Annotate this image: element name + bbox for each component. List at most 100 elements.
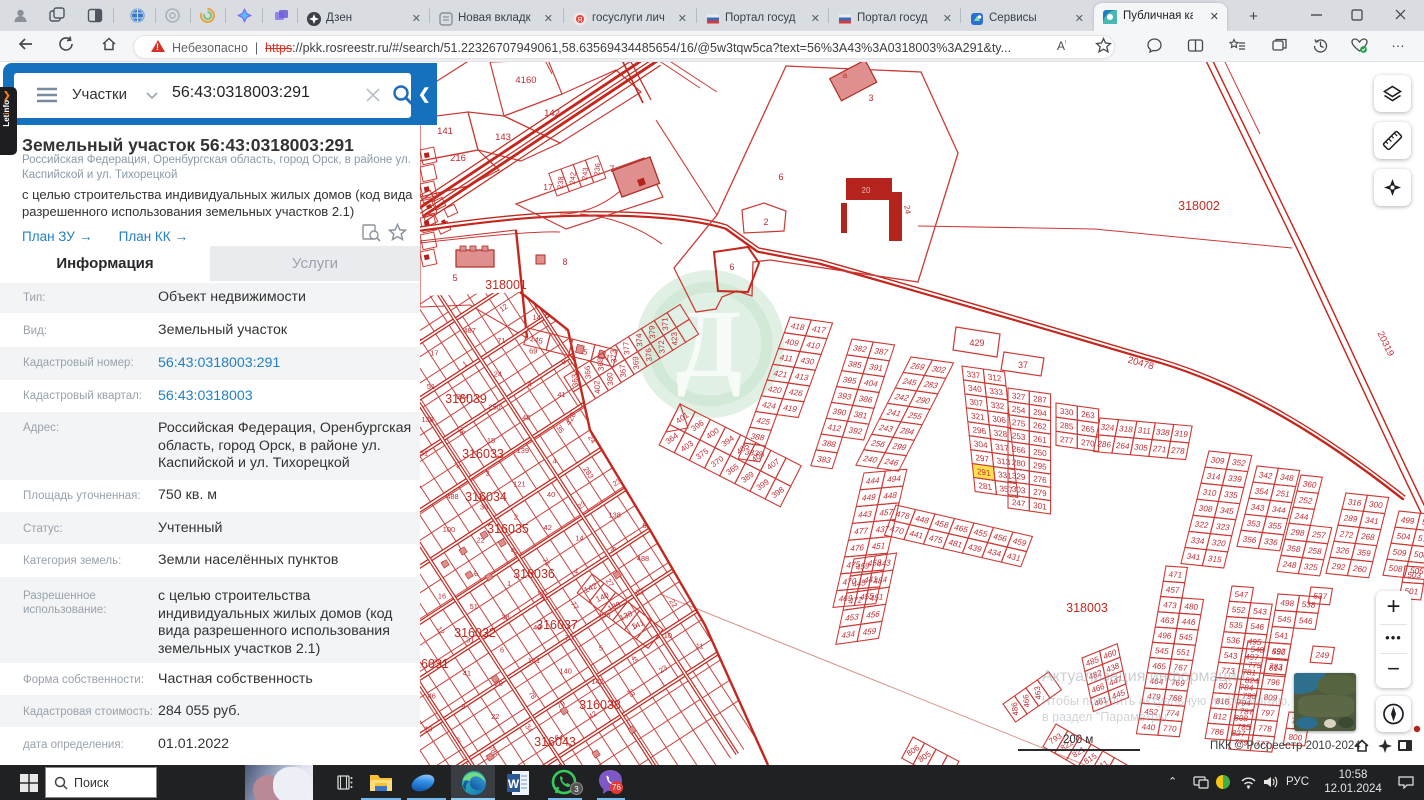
svg-text:296: 296 [972,424,987,436]
svg-text:17: 17 [543,182,553,192]
svg-text:366: 366 [583,365,593,379]
svg-text:335: 335 [1223,490,1239,500]
svg-text:24: 24 [494,369,502,378]
svg-text:281: 281 [978,480,993,492]
svg-text:4: 4 [708,542,712,551]
svg-text:24: 24 [902,204,913,215]
svg-text:302: 302 [930,364,948,375]
svg-text:386: 386 [858,394,875,405]
svg-text:345: 345 [1219,506,1235,516]
svg-text:291: 291 [976,466,991,478]
svg-text:418: 418 [789,321,806,332]
svg-text:824: 824 [1244,676,1260,686]
svg-text:314: 314 [1206,472,1222,482]
svg-text:348: 348 [1279,473,1295,483]
svg-text:356: 356 [1242,535,1258,545]
svg-text:12: 12 [498,302,510,314]
svg-text:448: 448 [914,514,931,526]
svg-text:325: 325 [1303,562,1319,572]
svg-text:303: 303 [1012,485,1026,496]
svg-text:434: 434 [841,628,857,640]
svg-text:268: 268 [1360,532,1376,542]
svg-text:439: 439 [967,543,984,555]
svg-text:313: 313 [996,455,1011,467]
svg-text:451: 451 [871,540,887,551]
svg-text:373: 373 [609,349,619,363]
svg-text:329: 329 [1012,471,1026,482]
svg-text:488: 488 [637,554,649,563]
svg-text:6: 6 [733,585,741,595]
svg-text:264: 264 [1115,441,1131,451]
svg-text:546: 546 [1298,616,1314,626]
svg-text:385: 385 [847,359,864,370]
svg-text:279: 279 [1033,487,1047,498]
svg-text:434: 434 [986,547,1003,559]
svg-text:316038: 316038 [579,698,621,712]
svg-text:478: 478 [894,510,911,522]
svg-text:423: 423 [670,331,680,345]
svg-text:287: 287 [1033,394,1047,405]
svg-text:371: 371 [660,317,670,331]
svg-text:Я: Я [577,17,582,24]
svg-text:275: 275 [1012,418,1026,429]
svg-text:471: 471 [1168,570,1184,580]
svg-text:354: 354 [1254,487,1270,497]
svg-text:307: 307 [969,396,984,408]
svg-text:545: 545 [1154,646,1170,656]
svg-text:244: 244 [1294,512,1310,522]
svg-text:246: 246 [883,456,901,467]
svg-text:328: 328 [993,427,1008,439]
svg-text:778: 778 [1257,724,1273,734]
svg-text:4: 4 [553,457,557,466]
svg-text:506: 506 [1413,550,1424,560]
svg-text:138: 138 [609,511,621,520]
svg-text:15: 15 [487,436,495,445]
svg-text:240: 240 [861,454,879,465]
svg-text:17: 17 [430,349,438,358]
svg-text:394: 394 [720,433,737,448]
svg-text:364: 364 [664,431,681,446]
svg-text:34: 34 [614,443,626,455]
svg-text:443: 443 [876,557,892,569]
svg-text:308: 308 [1198,504,1214,514]
svg-text:412: 412 [826,423,843,434]
svg-text:486: 486 [1010,701,1021,716]
svg-text:143: 143 [495,132,511,143]
svg-text:316037: 316037 [536,618,578,632]
svg-text:301: 301 [1033,501,1047,512]
svg-text:272: 272 [1339,530,1355,540]
svg-text:40: 40 [547,490,555,499]
svg-text:339: 339 [1227,474,1243,484]
svg-text:377: 377 [622,341,632,355]
svg-text:262: 262 [1033,421,1047,432]
svg-text:24: 24 [741,519,749,528]
svg-text:304: 304 [973,438,988,450]
svg-text:429: 429 [969,338,984,348]
svg-text:390: 390 [831,407,848,418]
svg-text:353: 353 [1246,519,1262,529]
svg-text:552: 552 [1231,605,1247,615]
svg-text:278: 278 [1170,446,1186,456]
svg-text:365: 365 [724,462,741,477]
svg-text:141: 141 [437,126,453,137]
svg-text:446: 446 [1181,617,1197,627]
svg-text:367: 367 [618,364,628,378]
svg-text:336: 336 [1263,537,1279,547]
svg-text:399: 399 [755,477,772,492]
svg-text:451: 451 [869,591,885,603]
svg-text:20: 20 [862,186,871,195]
svg-text:368: 368 [596,357,606,371]
svg-text:41: 41 [463,669,471,678]
svg-text:417: 417 [811,324,828,335]
svg-text:484: 484 [873,574,889,586]
svg-text:2: 2 [514,513,518,522]
svg-text:6: 6 [472,569,480,579]
svg-text:299: 299 [890,441,908,452]
svg-text:a: a [843,71,848,80]
svg-text:358: 358 [1286,544,1302,554]
svg-text:79: 79 [653,421,661,430]
svg-text:38: 38 [501,612,509,621]
svg-text:16: 16 [438,592,446,601]
svg-text:46: 46 [428,691,436,700]
svg-text:265: 265 [1081,424,1095,435]
